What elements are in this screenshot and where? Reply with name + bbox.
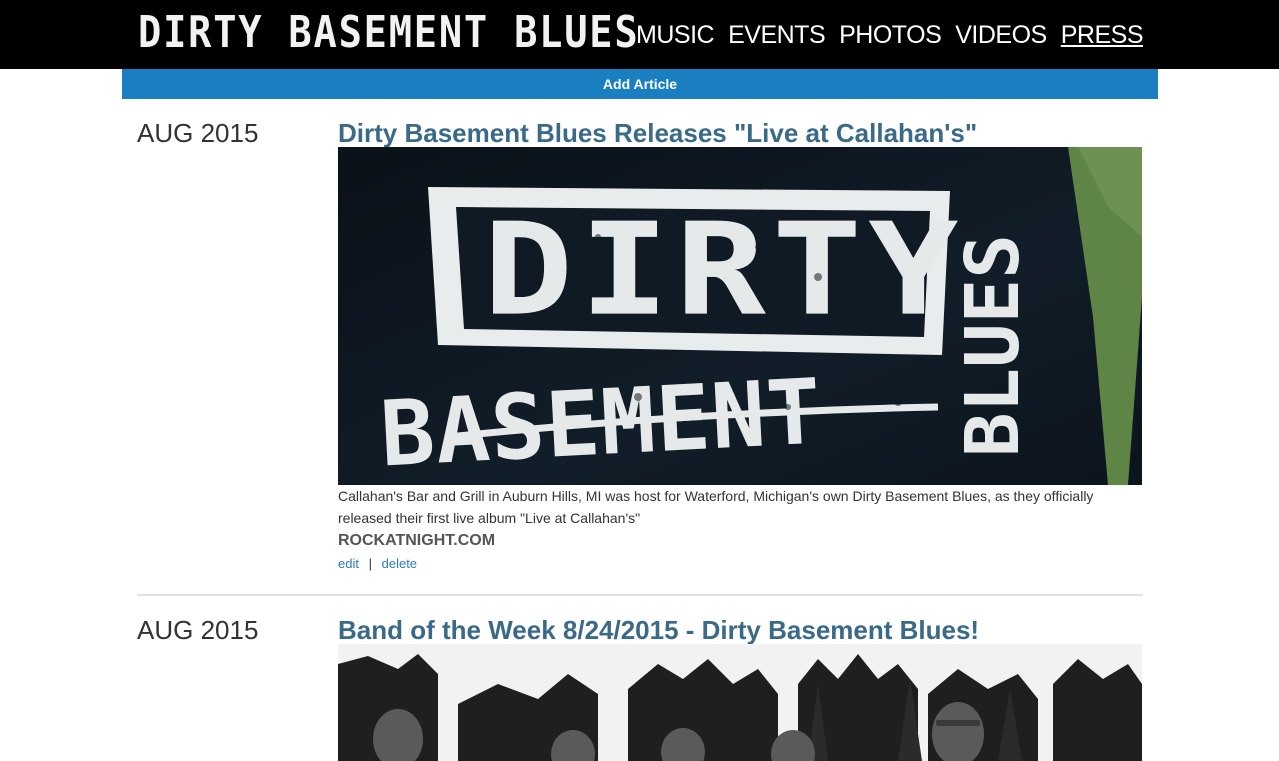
article-source: ROCKATNIGHT.COM	[338, 532, 496, 549]
add-article-button[interactable]: Add Article	[122, 69, 1158, 99]
site-logo[interactable]: DIRTY BASEMENT BLUES	[138, 10, 708, 56]
article-image-graphic: DIRTY BASEMENT BLUES	[338, 147, 1142, 485]
article-title[interactable]: Band of the Week 8/24/2015 - Dirty Basem…	[338, 615, 979, 645]
article-title[interactable]: Dirty Basement Blues Releases "Live at C…	[338, 118, 977, 148]
actions-separator: |	[368, 556, 372, 571]
image-text-side: BLUES	[950, 234, 1036, 457]
nav-item-music[interactable]: MUSIC	[636, 20, 715, 50]
delete-link[interactable]: delete	[382, 556, 417, 571]
nav-item-events[interactable]: EVENTS	[728, 20, 826, 50]
image-text-main: DIRTY	[483, 195, 964, 343]
site-logo-text[interactable]: DIRTY BASEMENT BLUES	[138, 10, 639, 56]
nav-item-press[interactable]: PRESS	[1061, 20, 1144, 50]
article-actions: edit | delete	[338, 556, 417, 571]
article-image[interactable]: DIRTY BASEMENT BLUES	[338, 147, 1142, 485]
main-nav: MUSIC EVENTS PHOTOS VIDEOS PRESS	[636, 20, 1143, 50]
article-divider	[137, 594, 1143, 596]
article-date: AUG 2015	[137, 615, 259, 645]
site-header: DIRTY BASEMENT BLUES MUSIC EVENTS PHOTOS…	[0, 0, 1279, 69]
band-photo-graphic	[338, 644, 1142, 761]
nav-item-photos[interactable]: PHOTOS	[839, 20, 942, 50]
article-date: AUG 2015	[137, 118, 259, 148]
article-description: Callahan's Bar and Grill in Auburn Hills…	[338, 488, 1094, 526]
press-article: AUG 2015 Dirty Basement Blues Releases "…	[137, 118, 1142, 578]
edit-link[interactable]: edit	[338, 556, 359, 571]
article-image[interactable]	[338, 644, 1142, 761]
press-article: AUG 2015 Band of the Week 8/24/2015 - Di…	[137, 615, 1142, 761]
nav-item-videos[interactable]: VIDEOS	[955, 20, 1047, 50]
